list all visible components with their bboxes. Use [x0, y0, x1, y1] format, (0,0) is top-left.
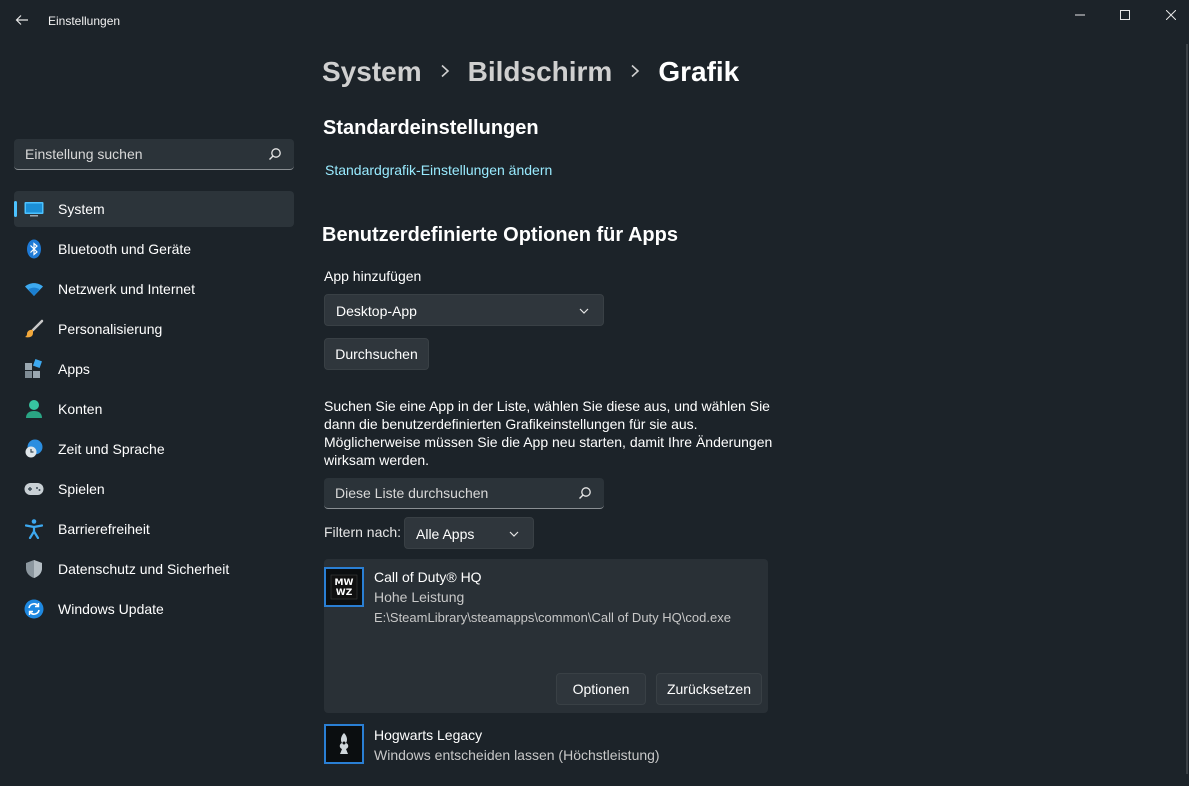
- close-button[interactable]: [1148, 0, 1189, 30]
- chevron-down-icon: [579, 308, 589, 314]
- sidebar-item-personalization[interactable]: Personalisierung: [14, 311, 294, 347]
- minimize-icon: [1075, 14, 1085, 16]
- search-icon[interactable]: [268, 147, 282, 161]
- options-button[interactable]: Optionen: [556, 673, 646, 705]
- page-title: Grafik: [658, 56, 740, 87]
- minimize-button[interactable]: [1057, 0, 1103, 30]
- app-title: Einstellungen: [48, 14, 121, 28]
- scrollbar[interactable]: [1186, 44, 1188, 774]
- accessibility-icon: [24, 519, 44, 539]
- shield-icon: [24, 559, 44, 579]
- search-icon[interactable]: [578, 486, 592, 500]
- sidebar-item-system[interactable]: System: [14, 191, 294, 227]
- breadcrumb-system[interactable]: System: [322, 56, 422, 88]
- title-bar: Einstellungen: [0, 0, 1189, 44]
- chevron-down-icon: [509, 531, 519, 537]
- app-list-search-input[interactable]: [335, 485, 565, 501]
- sidebar-nav: System Bluetooth und Geräte Netzwerk und…: [14, 191, 294, 631]
- clock-globe-icon: [24, 439, 44, 459]
- sidebar-item-label: Konten: [58, 401, 103, 417]
- breadcrumb-display[interactable]: Bildschirm: [468, 56, 613, 88]
- sidebar-item-apps[interactable]: Apps: [14, 351, 294, 387]
- sidebar-item-network[interactable]: Netzwerk und Internet: [14, 271, 294, 307]
- gamepad-icon: [24, 479, 44, 499]
- apps-icon: [24, 359, 44, 379]
- sidebar-item-label: System: [58, 201, 105, 217]
- sidebar-item-label: Apps: [58, 361, 90, 377]
- chevron-right-icon: [440, 62, 450, 83]
- app-type-dropdown[interactable]: Desktop-App: [324, 294, 604, 326]
- brush-icon: [24, 319, 44, 339]
- back-button[interactable]: [10, 8, 34, 32]
- breadcrumb: System Bildschirm Grafik: [322, 56, 739, 88]
- app-path: E:\SteamLibrary\steamapps\common\Call of…: [374, 610, 731, 625]
- hogwarts-game-icon: [324, 724, 364, 764]
- sidebar-item-accessibility[interactable]: Barrierefreiheit: [14, 511, 294, 547]
- add-app-label: App hinzufügen: [324, 268, 422, 284]
- sidebar-item-gaming[interactable]: Spielen: [14, 471, 294, 507]
- settings-search-box[interactable]: [14, 139, 294, 170]
- app-name: Call of Duty® HQ: [374, 569, 482, 585]
- sidebar-item-windows-update[interactable]: Windows Update: [14, 591, 294, 627]
- maximize-button[interactable]: [1102, 0, 1148, 30]
- reset-button[interactable]: Zurücksetzen: [656, 673, 762, 705]
- description-text: Suchen Sie eine App in der Liste, wählen…: [324, 398, 773, 468]
- app-list-item[interactable]: Hogwarts Legacy Windows entscheiden lass…: [324, 720, 768, 780]
- sidebar-item-bluetooth[interactable]: Bluetooth und Geräte: [14, 231, 294, 267]
- maximize-icon: [1120, 10, 1130, 20]
- sidebar-item-accounts[interactable]: Konten: [14, 391, 294, 427]
- monitor-icon: [24, 199, 44, 219]
- update-icon: [24, 599, 44, 619]
- browse-button[interactable]: Durchsuchen: [324, 338, 429, 370]
- sidebar-item-label: Windows Update: [58, 601, 164, 617]
- sidebar-item-label: Netzwerk und Internet: [58, 281, 195, 297]
- sidebar-item-label: Spielen: [58, 481, 105, 497]
- filter-label: Filtern nach:: [324, 524, 402, 540]
- wifi-icon: [24, 279, 44, 299]
- app-name: Hogwarts Legacy: [374, 727, 483, 743]
- app-list-item[interactable]: MW WZ Call of Duty® HQ Hohe Leistung E:\…: [324, 559, 768, 713]
- filter-value: Alle Apps: [416, 526, 475, 542]
- sidebar-item-label: Personalisierung: [58, 321, 163, 337]
- chevron-right-icon: [630, 62, 640, 83]
- app-list-search-box[interactable]: [324, 478, 604, 509]
- app-type-value: Desktop-App: [336, 303, 417, 319]
- sidebar-item-label: Bluetooth und Geräte: [58, 241, 192, 257]
- settings-search-input[interactable]: [25, 146, 255, 162]
- app-setting: Windows entscheiden lassen (Höchstleistu…: [374, 747, 660, 763]
- section-heading-custom: Benutzerdefinierte Optionen für Apps: [322, 224, 678, 246]
- sidebar-item-label: Zeit und Sprache: [58, 441, 165, 457]
- sidebar-item-time-language[interactable]: Zeit und Sprache: [14, 431, 294, 467]
- arrow-left-icon: [15, 15, 28, 25]
- sidebar-item-label: Barrierefreiheit: [58, 521, 150, 537]
- person-icon: [24, 399, 44, 419]
- section-heading-default: Standardeinstellungen: [323, 117, 539, 139]
- bluetooth-icon: [24, 239, 44, 259]
- filter-dropdown[interactable]: Alle Apps: [404, 517, 534, 549]
- sidebar-item-label: Datenschutz und Sicherheit: [58, 561, 230, 577]
- mw-wz-game-icon: MW WZ: [324, 567, 364, 607]
- app-setting: Hohe Leistung: [374, 589, 465, 605]
- mw-wz-icon-label: MW WZ: [334, 578, 354, 598]
- default-graphics-settings-link[interactable]: Standardgrafik-Einstellungen ändern: [325, 162, 552, 178]
- close-icon: [1166, 10, 1176, 20]
- sidebar-item-privacy[interactable]: Datenschutz und Sicherheit: [14, 551, 294, 587]
